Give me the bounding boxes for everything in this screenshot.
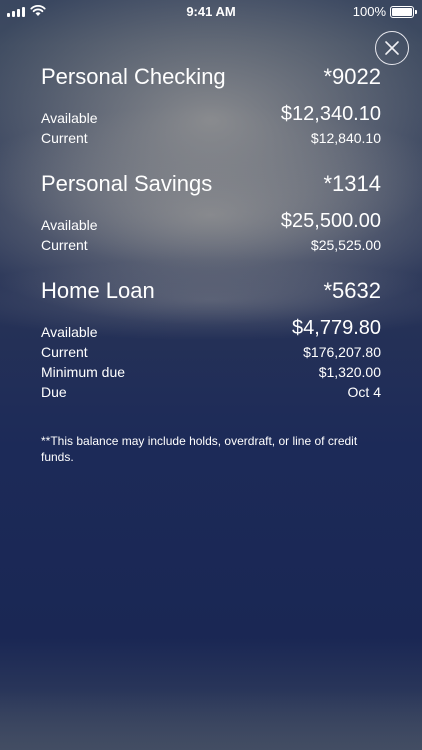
status-bar: 9:41 AM 100% xyxy=(0,0,422,22)
available-row: Available $4,779.80 xyxy=(41,316,381,342)
row-value: $25,500.00 xyxy=(280,210,381,232)
row-label: Due xyxy=(41,384,67,400)
balance-footnote: **This balance may include holds, overdr… xyxy=(41,434,358,464)
account-name: Personal Savings xyxy=(41,171,213,196)
account-name: Home Loan xyxy=(41,278,155,303)
account-card-savings[interactable]: Personal Savings *1314 Available $25,500… xyxy=(41,171,381,255)
available-row: Available $12,340.10 xyxy=(41,102,381,128)
row-label: Available xyxy=(41,110,98,126)
account-card-home-loan[interactable]: Home Loan *5632 Available $4,779.80 Curr… xyxy=(41,278,381,402)
close-button[interactable] xyxy=(375,31,409,65)
row-label: Current xyxy=(41,237,88,253)
account-number: *1314 xyxy=(323,171,381,196)
row-value: Oct 4 xyxy=(347,384,381,400)
bottom-blur xyxy=(0,690,422,750)
row-value: $1,320.00 xyxy=(318,364,381,380)
current-row: Current $25,525.00 xyxy=(41,235,381,255)
account-number: *9022 xyxy=(323,64,381,89)
row-label: Minimum due xyxy=(41,364,126,380)
available-row: Available $25,500.00 xyxy=(41,209,381,235)
row-label: Available xyxy=(41,324,98,340)
account-name: Personal Checking xyxy=(41,64,226,89)
row-value: $12,840.10 xyxy=(310,130,381,146)
row-label: Available xyxy=(41,217,98,233)
minimum-due-row: Minimum due $1,320.00 xyxy=(41,362,381,382)
current-row: Current $12,840.10 xyxy=(41,128,381,148)
account-number: *5632 xyxy=(323,278,381,303)
row-value: $176,207.80 xyxy=(303,344,381,360)
current-row: Current $176,207.80 xyxy=(41,342,381,362)
account-card-checking[interactable]: Personal Checking *9022 Available $12,34… xyxy=(41,64,381,148)
battery-percent: 100% xyxy=(352,4,386,19)
row-label: Current xyxy=(41,130,88,146)
due-date-row: Due Oct 4 xyxy=(41,382,381,402)
close-icon xyxy=(385,41,399,55)
row-label: Current xyxy=(41,344,88,360)
battery-icon xyxy=(390,6,417,18)
row-value: $4,779.80 xyxy=(292,317,381,339)
row-value: $12,340.10 xyxy=(280,103,381,125)
row-value: $25,525.00 xyxy=(310,237,381,253)
